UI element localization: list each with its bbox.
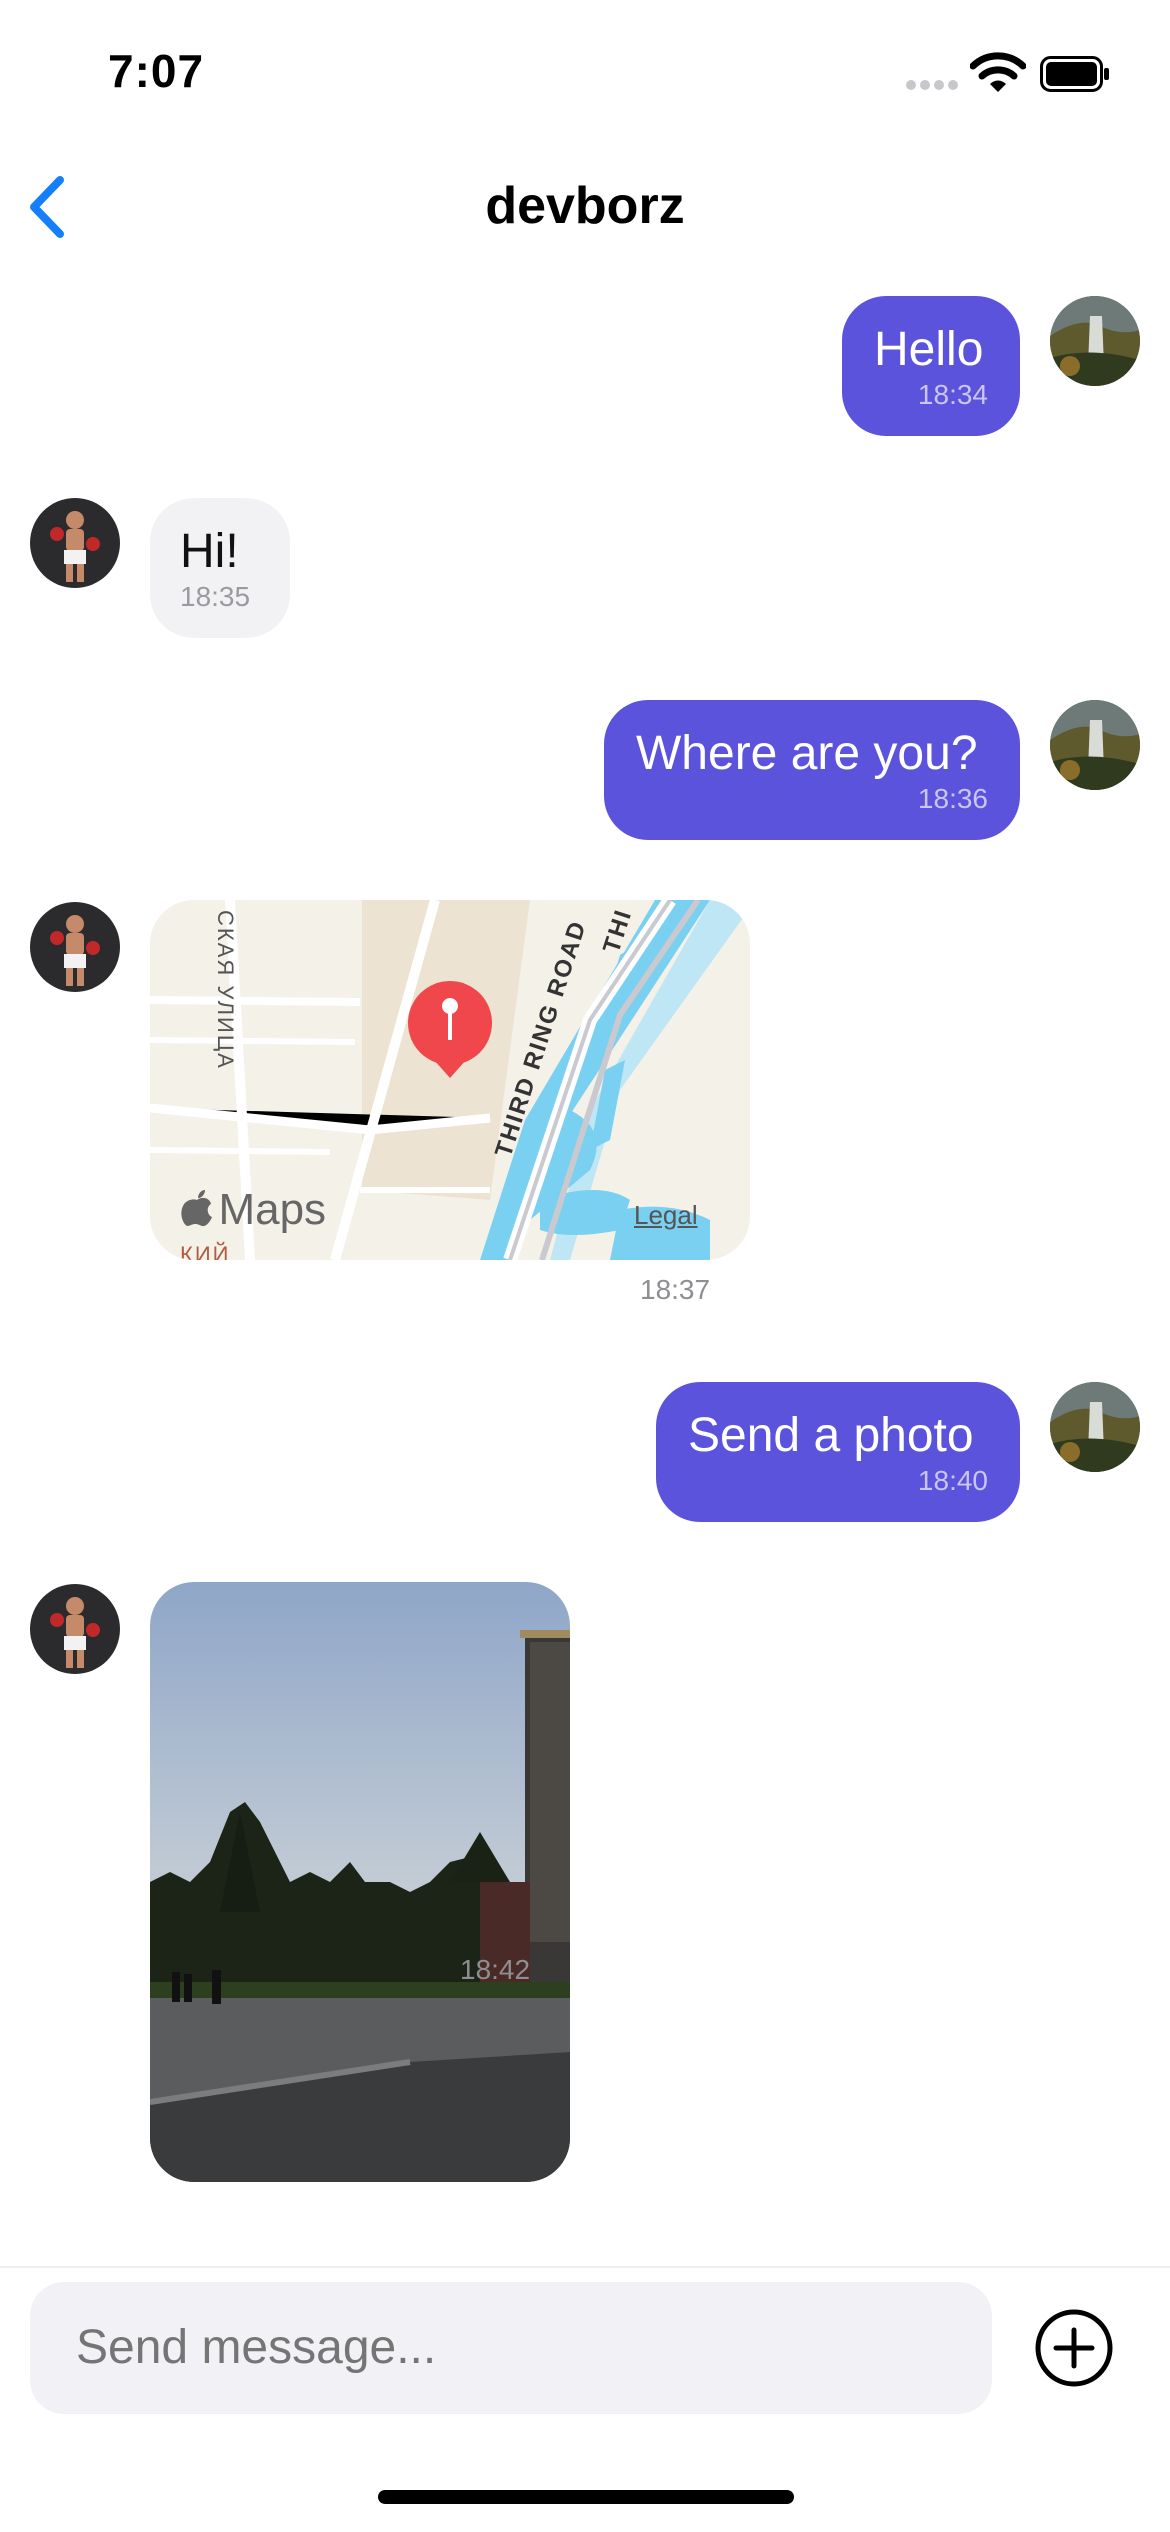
map-legal-link[interactable]: Legal (634, 1200, 698, 1231)
wifi-icon (969, 52, 1027, 94)
maps-logo: Maps (180, 1188, 326, 1238)
contact-avatar[interactable] (30, 498, 120, 588)
message-time: 18:35 (180, 581, 251, 612)
my-avatar[interactable] (1050, 1382, 1140, 1472)
status-time: 7:07 (108, 45, 205, 97)
outgoing-message-bubble[interactable]: Send a photo 18:40 (656, 1382, 1020, 1522)
message-time: 18:42 (460, 1954, 531, 1985)
outgoing-message-bubble[interactable]: Hello 18:34 (842, 296, 1020, 436)
my-avatar[interactable] (1050, 296, 1140, 386)
message-text: Hello (874, 323, 984, 376)
landscape-avatar-image (1050, 296, 1140, 386)
map-partial-label: КИЙ (180, 1242, 231, 1260)
photo-message[interactable] (150, 1582, 570, 2182)
attach-button[interactable] (1034, 2308, 1114, 2388)
message-time: 18:34 (917, 379, 988, 410)
maps-brand-text: Maps (218, 1185, 327, 1234)
boxer-avatar-image (30, 498, 120, 588)
boxer-avatar-image (30, 902, 120, 992)
cellular-signal-icon (906, 80, 964, 94)
map-street-label: СКАЯ УЛИЦА (213, 910, 238, 1070)
message-time: 18:40 (917, 1465, 988, 1496)
location-map-message[interactable]: СКАЯ УЛИЦА THIRD RING ROAD THI КИЙ Maps … (150, 900, 750, 1260)
landscape-avatar-image (1050, 700, 1140, 790)
message-text: Hi! (180, 525, 239, 578)
contact-avatar[interactable] (30, 902, 120, 992)
message-text: Where are you? (636, 727, 978, 780)
message-text: Send a photo (688, 1409, 974, 1462)
battery-icon (1040, 56, 1110, 92)
my-avatar[interactable] (1050, 700, 1140, 790)
landscape-avatar-image (1050, 1382, 1140, 1472)
input-divider (0, 2266, 1170, 2268)
chat-title: devborz (485, 177, 685, 235)
apple-logo-icon (181, 1190, 212, 1227)
incoming-message-bubble[interactable]: Hi! 18:35 (150, 498, 290, 638)
message-input[interactable] (30, 2282, 992, 2414)
photo-image (150, 1582, 570, 2182)
boxer-avatar-image (30, 1584, 120, 1674)
message-time: 18:36 (917, 783, 988, 814)
outgoing-message-bubble[interactable]: Where are you? 18:36 (604, 700, 1020, 840)
plus-circle-icon (1035, 2309, 1113, 2387)
home-indicator (378, 2490, 794, 2504)
message-time: 18:37 (640, 1274, 711, 1305)
contact-avatar[interactable] (30, 1584, 120, 1674)
